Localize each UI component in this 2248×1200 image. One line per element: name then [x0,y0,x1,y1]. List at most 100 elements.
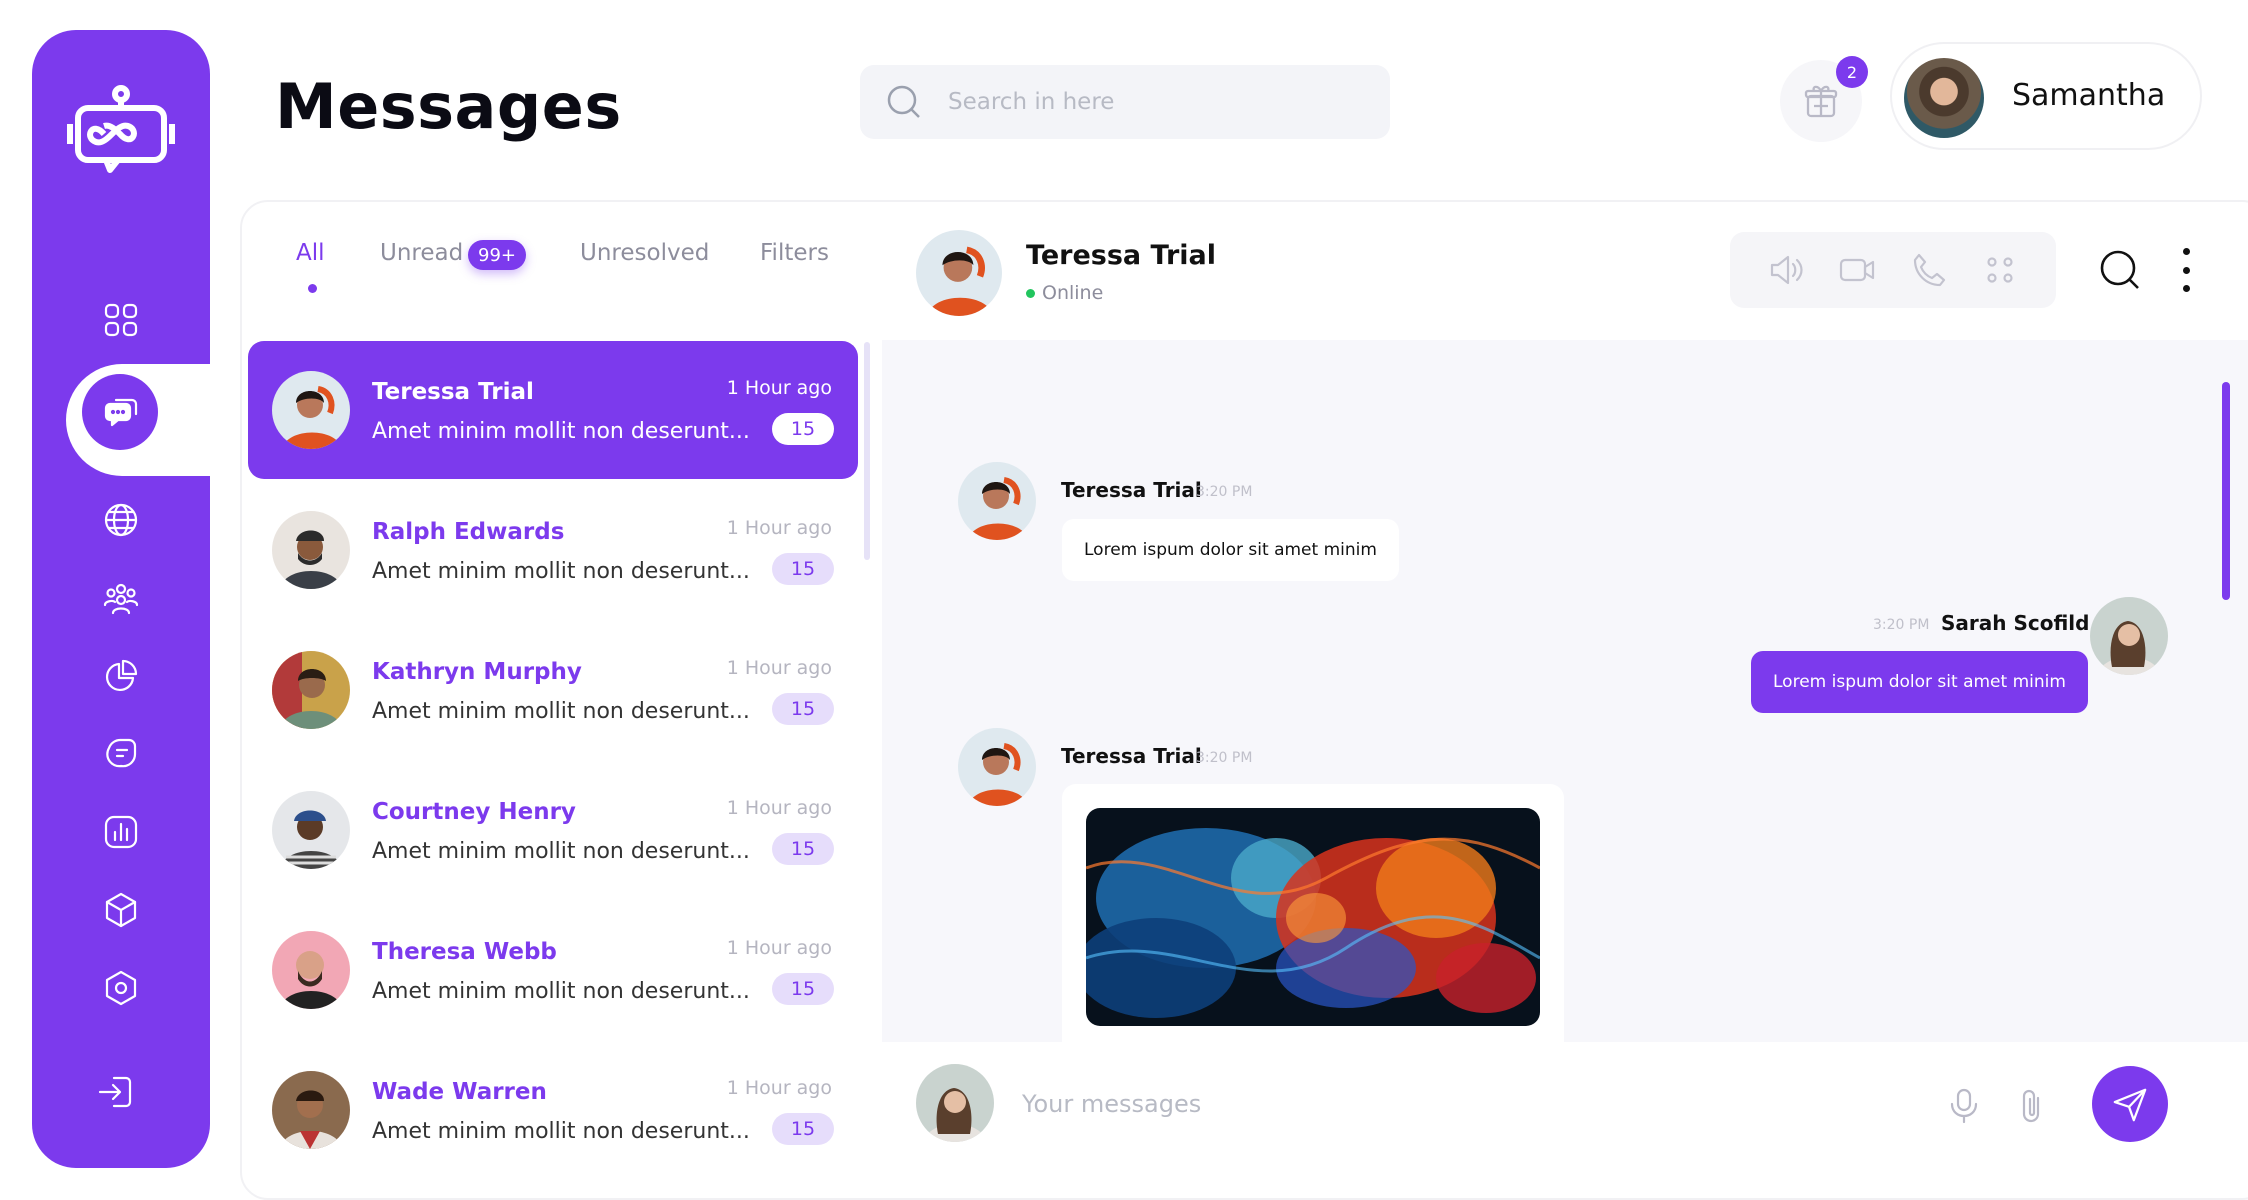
contact-name: Teressa Trial [372,379,534,405]
gift-icon [1804,85,1838,118]
search-icon [887,85,920,118]
contact-name: Courtney Henry [372,799,576,825]
contact-avatar [272,651,350,729]
team-icon [103,583,139,615]
sidebar-item-settings[interactable] [91,958,151,1018]
video-call-button[interactable] [1837,250,1877,290]
contact-avatar [272,511,350,589]
shared-image[interactable] [1086,808,1540,1026]
sidebar-item-products[interactable] [91,880,151,940]
chat-search-button[interactable] [2098,248,2142,292]
message-time: 1 Hour ago [726,1077,832,1099]
chat-contact-avatar [916,230,1002,316]
chat-more-button[interactable] [2176,248,2196,292]
unread-count: 15 [772,973,834,1005]
pie-chart-icon [106,659,138,691]
image-message[interactable] [1062,784,1564,1042]
grid-icon [104,303,138,337]
volume-button[interactable] [1766,250,1806,290]
send-icon [2113,1088,2147,1122]
voice-message-button[interactable] [1944,1086,1984,1126]
notification-count-badge: 2 [1836,56,1868,88]
more-apps-button[interactable] [1980,250,2020,290]
message-preview: Amet minim mollit non deserunt... [372,839,750,864]
chat-contact-name: Teressa Trial [1026,240,1217,271]
contact-avatar [272,1071,350,1149]
attach-file-button[interactable] [2012,1086,2052,1126]
phone-icon [1913,253,1945,287]
message-preview: Amet minim mollit non deserunt... [372,419,750,444]
unread-count: 15 [772,693,834,725]
user-avatar [1904,58,1984,138]
sidebar-item-dashboard[interactable] [91,290,151,350]
message-bubble: Lorem ispum dolor sit amet minim [1751,651,2088,713]
conversation-item[interactable]: Kathryn Murphy Amet minim mollit non des… [248,621,858,759]
chat-contact-status: Online [1042,282,1104,304]
conversation-item[interactable]: Courtney Henry Amet minim mollit non des… [248,761,858,899]
conversation-item[interactable]: Theresa Webb Amet minim mollit non deser… [248,901,858,1039]
send-button[interactable] [2092,1066,2168,1142]
online-indicator [1026,289,1035,298]
contact-name: Wade Warren [372,1079,547,1105]
message-avatar [2090,597,2168,675]
message-timestamp: 3:20 PM [1196,484,1253,500]
sidebar-item-reports[interactable] [91,802,151,862]
contact-avatar [272,371,350,449]
unread-count: 15 [772,413,834,445]
chat-toolbar [1730,232,2056,308]
contact-name: Ralph Edwards [372,519,565,545]
contact-avatar [272,791,350,869]
sidebar-item-messages[interactable] [82,374,158,450]
speaker-icon [1770,255,1803,285]
paperclip-icon [2022,1089,2040,1123]
tab-unresolved[interactable]: Unresolved [580,240,709,266]
search-bar[interactable] [860,65,1390,139]
sidebar-item-sticker[interactable] [91,724,151,784]
search-icon [2100,250,2139,289]
chat-icon [104,398,138,427]
message-preview: Amet minim mollit non deserunt... [372,559,750,584]
conversation-item[interactable]: Wade Warren Amet minim mollit non deseru… [248,1041,858,1179]
globe-icon [104,503,138,537]
tab-all[interactable]: All [296,240,325,266]
user-name: Samantha [2012,78,2166,113]
message-preview: Amet minim mollit non deserunt... [372,1119,750,1144]
sidebar-item-analytics[interactable] [91,646,151,706]
settings-hex-icon [105,970,137,1006]
tab-active-indicator [308,284,317,293]
message-sender: Teressa Trial [1061,478,1202,502]
sidebar-item-globe[interactable] [91,490,151,550]
message-avatar [958,462,1036,540]
message-avatar [958,728,1036,806]
more-dot [2182,266,2190,274]
unread-count-badge: 99+ [468,240,526,270]
unread-count: 15 [772,553,834,585]
composer-avatar [916,1064,994,1142]
message-sender: Sarah Scofild [1941,611,2090,635]
voice-call-button[interactable] [1909,250,1949,290]
user-profile[interactable]: Samantha [1890,42,2202,150]
message-preview: Amet minim mollit non deserunt... [372,699,750,724]
sidebar-item-team[interactable] [91,568,151,628]
message-preview: Amet minim mollit non deserunt... [372,979,750,1004]
message-time: 1 Hour ago [726,377,832,399]
message-input[interactable] [1020,1084,1900,1124]
sidebar-logout[interactable] [86,1062,146,1122]
search-input[interactable] [946,88,1366,116]
unread-count: 15 [772,833,834,865]
conversation-item[interactable]: Ralph Edwards Amet minim mollit non dese… [248,481,858,619]
tab-filters[interactable]: Filters [760,240,829,266]
message-time: 1 Hour ago [726,797,832,819]
contact-name: Kathryn Murphy [372,659,582,685]
app-logo[interactable] [66,84,176,178]
microphone-icon [1950,1088,1978,1124]
contact-avatar [272,931,350,1009]
conversation-list-scrollbar[interactable] [864,342,870,560]
conversation-item[interactable]: Teressa Trial Amet minim mollit non dese… [248,341,858,479]
message-bubble: Lorem ispum dolor sit amet minim [1062,519,1399,581]
tab-unread[interactable]: Unread [380,240,463,266]
chat-scrollbar[interactable] [2222,382,2230,600]
sticker-icon [106,738,137,768]
more-dot [2182,248,2190,255]
unread-count: 15 [772,1113,834,1145]
